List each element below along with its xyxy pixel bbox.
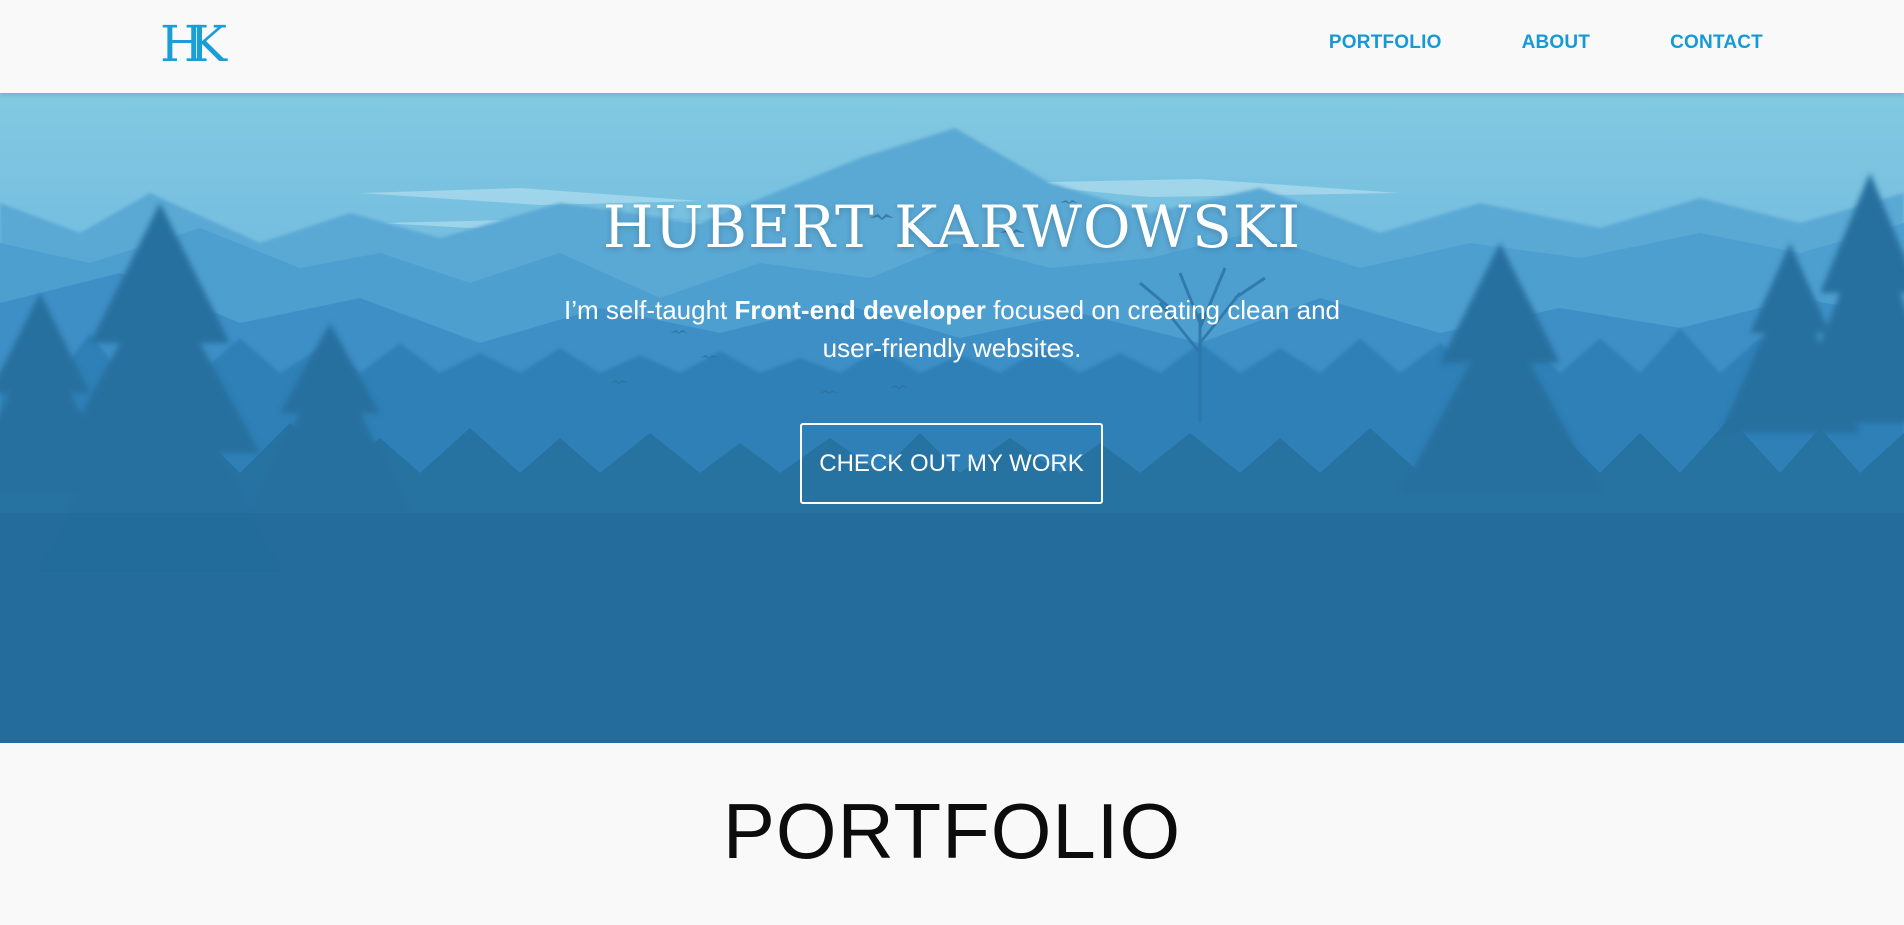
hero-background-image (0, 93, 1904, 743)
logo[interactable]: HK (160, 14, 227, 74)
portfolio-title: PORTFOLIO (722, 787, 1182, 875)
nav-link-contact[interactable]: CONTACT (1670, 32, 1763, 54)
hero-subtitle-bold: Front-end developer (734, 295, 986, 325)
hero-subtitle: I’m self-taught Front-end developer focu… (552, 291, 1352, 367)
hero-title: HUBERT KARWOWSKI (602, 193, 1302, 261)
hero-subtitle-pre: I’m self-taught (563, 295, 735, 325)
portfolio-section: PORTFOLIO (0, 743, 1904, 925)
check-out-my-work-button[interactable]: CHECK OUT MY WORK (800, 423, 1103, 504)
hero-section: HUBERT KARWOWSKI I’m self-taught Front-e… (0, 93, 1904, 743)
navbar: HK PORTFOLIO ABOUT CONTACT (0, 0, 1904, 93)
nav-link-about[interactable]: ABOUT (1522, 32, 1591, 54)
nav-link-portfolio[interactable]: PORTFOLIO (1329, 32, 1442, 54)
nav-links: PORTFOLIO ABOUT CONTACT (1329, 0, 1763, 86)
